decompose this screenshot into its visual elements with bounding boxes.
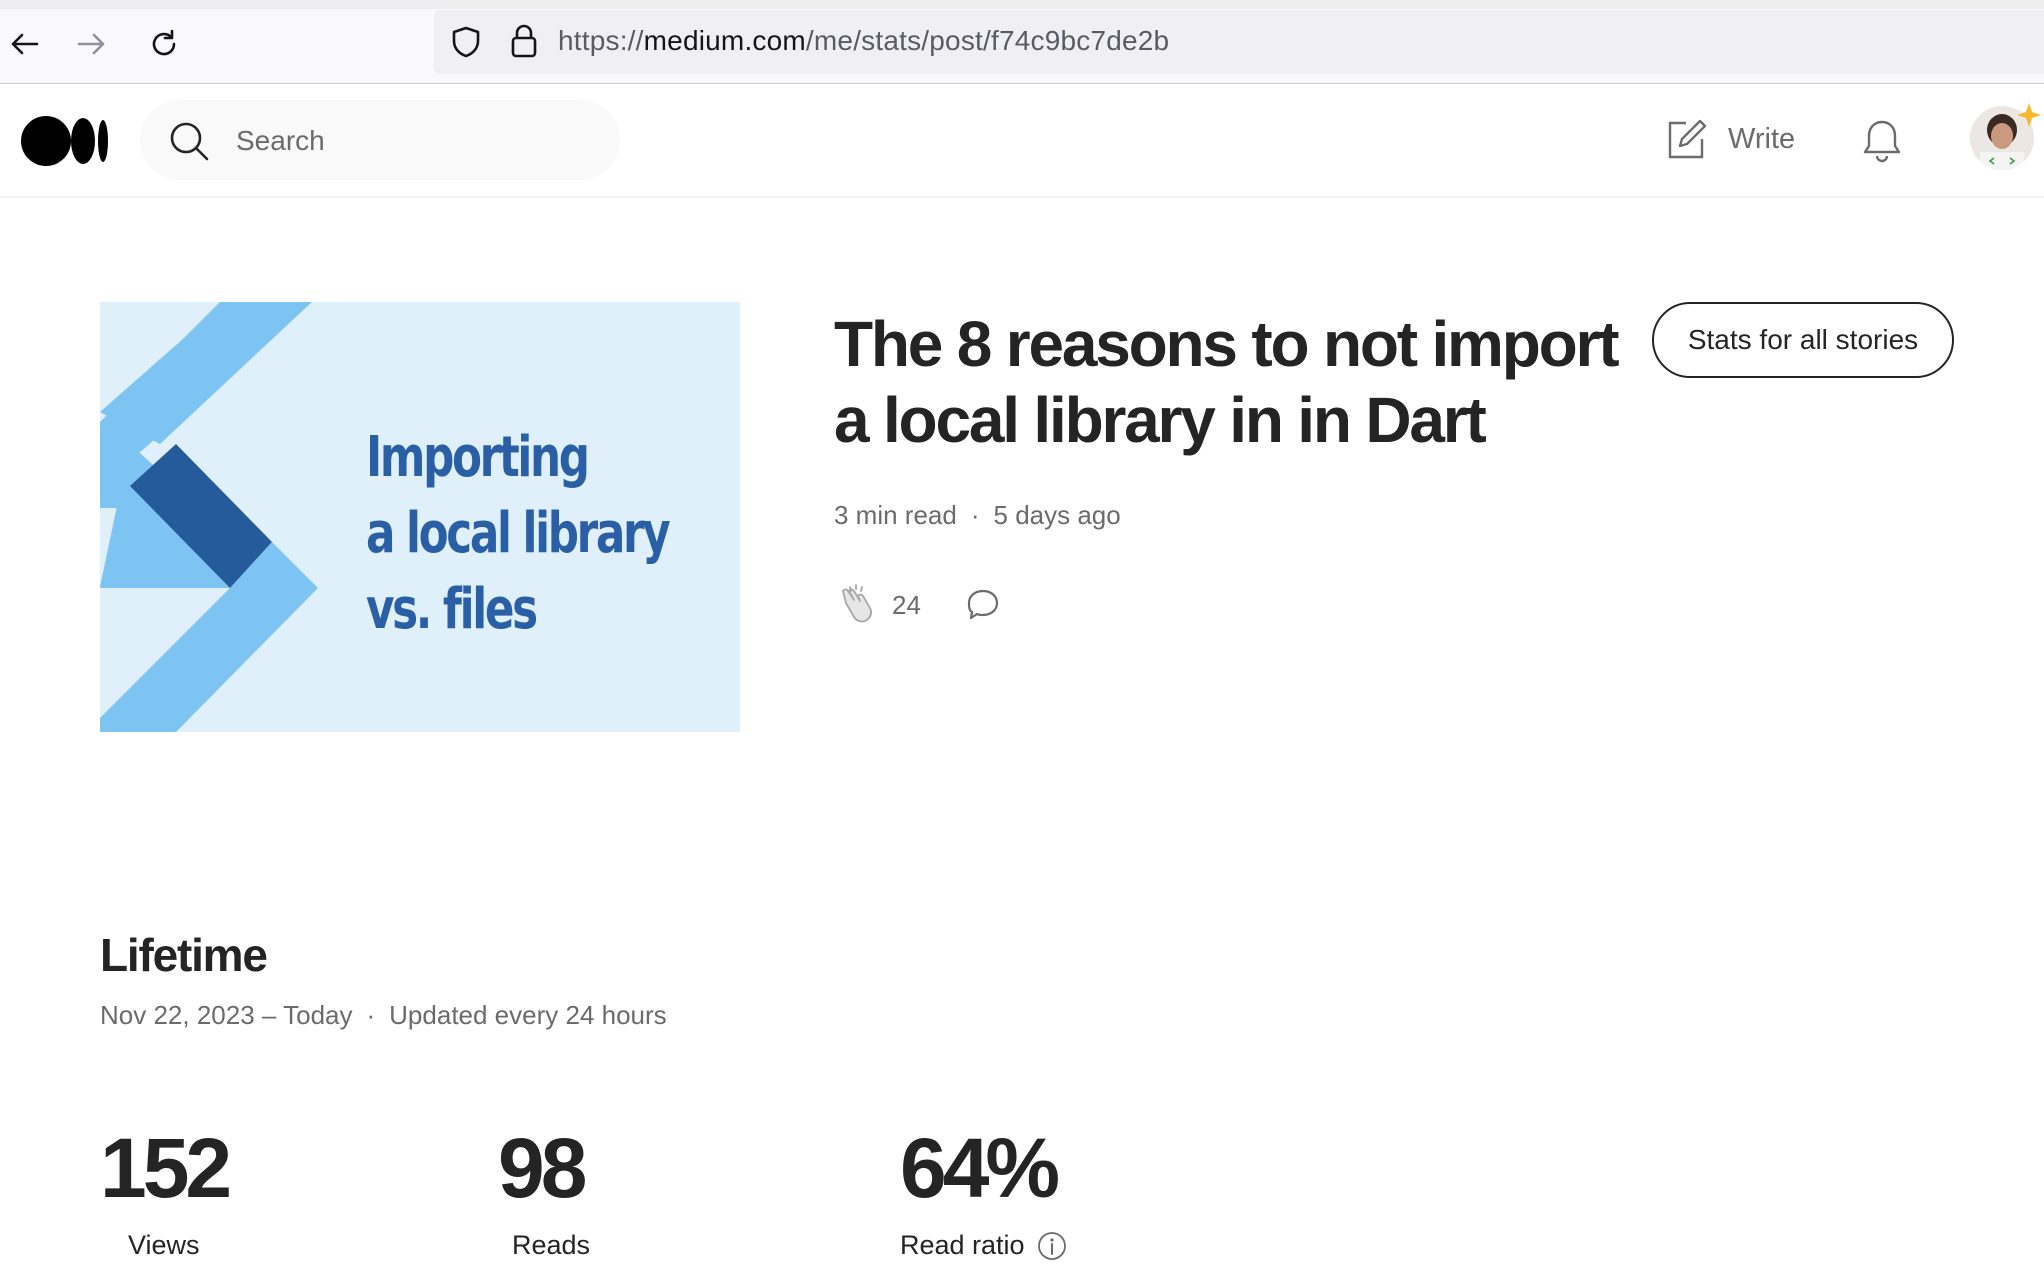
article-meta: 3 min read · 5 days ago bbox=[834, 500, 1121, 531]
lock-icon[interactable] bbox=[506, 22, 542, 60]
reads-label: Reads bbox=[512, 1230, 591, 1260]
bell-icon[interactable] bbox=[1860, 116, 1904, 164]
views-value: 152 bbox=[100, 1121, 232, 1215]
reads-value: 98 bbox=[498, 1121, 587, 1215]
back-button[interactable] bbox=[0, 20, 48, 68]
read-ratio-label: Read ratio bbox=[900, 1230, 1025, 1260]
lifetime-heading: Lifetime bbox=[100, 929, 268, 981]
forward-button[interactable] bbox=[68, 20, 116, 68]
cover-text-line-1: Importing bbox=[366, 425, 590, 490]
stat-read-ratio: 64% Read ratio bbox=[900, 1120, 1066, 1260]
update-note: Updated every 24 hours bbox=[389, 1000, 667, 1030]
date-range: Nov 22, 2023 – Today bbox=[100, 1000, 353, 1030]
search-input[interactable]: Search bbox=[236, 125, 325, 157]
cover-text-line-3: vs. files bbox=[366, 577, 538, 642]
search-box[interactable]: Search bbox=[140, 100, 620, 180]
read-ratio-label-row: Read ratio bbox=[900, 1230, 1067, 1261]
views-label: Views bbox=[128, 1230, 200, 1260]
search-icon bbox=[170, 122, 209, 161]
write-label: Write bbox=[1728, 122, 1796, 155]
url-scheme: https:// bbox=[558, 25, 644, 56]
clap-count: 24 bbox=[892, 589, 921, 620]
url-text: https://medium.com/me/stats/post/f74c9bc… bbox=[558, 25, 1169, 57]
reload-button[interactable] bbox=[140, 20, 188, 68]
site-header: Search Write bbox=[0, 84, 2044, 198]
medium-logo[interactable] bbox=[20, 114, 110, 168]
url-bar[interactable]: https://medium.com/me/stats/post/f74c9bc… bbox=[434, 10, 2044, 74]
star-badge-icon bbox=[2017, 103, 2041, 127]
article-title[interactable]: The 8 reasons to not import a local libr… bbox=[834, 306, 1644, 458]
clap-icon[interactable] bbox=[834, 583, 878, 627]
write-button[interactable]: Write bbox=[1664, 114, 1795, 164]
article-actions: 24 bbox=[834, 580, 1001, 630]
stats-for-all-stories-button[interactable]: Stats for all stories bbox=[1652, 302, 1954, 378]
read-time: 3 min read bbox=[834, 500, 957, 530]
article-cover-image[interactable]: Importing a local library vs. files bbox=[100, 302, 740, 732]
stat-reads: 98 Reads bbox=[498, 1120, 590, 1260]
reload-icon bbox=[152, 29, 176, 56]
info-icon[interactable] bbox=[1037, 1231, 1067, 1261]
forward-arrow-icon bbox=[77, 33, 105, 55]
browser-toolbar: https://medium.com/me/stats/post/f74c9bc… bbox=[0, 0, 2044, 84]
url-host: medium.com bbox=[643, 25, 806, 56]
comment-icon[interactable] bbox=[965, 587, 1001, 623]
back-arrow-icon bbox=[11, 33, 39, 55]
write-icon bbox=[1668, 119, 1707, 159]
published-time: 5 days ago bbox=[993, 500, 1121, 530]
cover-image-text: Importing a local library vs. files bbox=[366, 420, 671, 648]
lifetime-subtitle: Nov 22, 2023 – Today · Updated every 24 … bbox=[100, 1000, 667, 1031]
stat-views: 152 Views bbox=[100, 1120, 232, 1260]
meta-separator: · bbox=[970, 500, 980, 530]
tab-strip-edge bbox=[0, 0, 2044, 9]
url-path: /me/stats/post/f74c9bc7de2b bbox=[805, 25, 1170, 56]
shield-icon[interactable] bbox=[448, 24, 484, 60]
read-ratio-value: 64% bbox=[900, 1121, 1060, 1215]
subtitle-separator: · bbox=[366, 1000, 376, 1030]
cover-text-line-2: a local library bbox=[366, 501, 671, 566]
